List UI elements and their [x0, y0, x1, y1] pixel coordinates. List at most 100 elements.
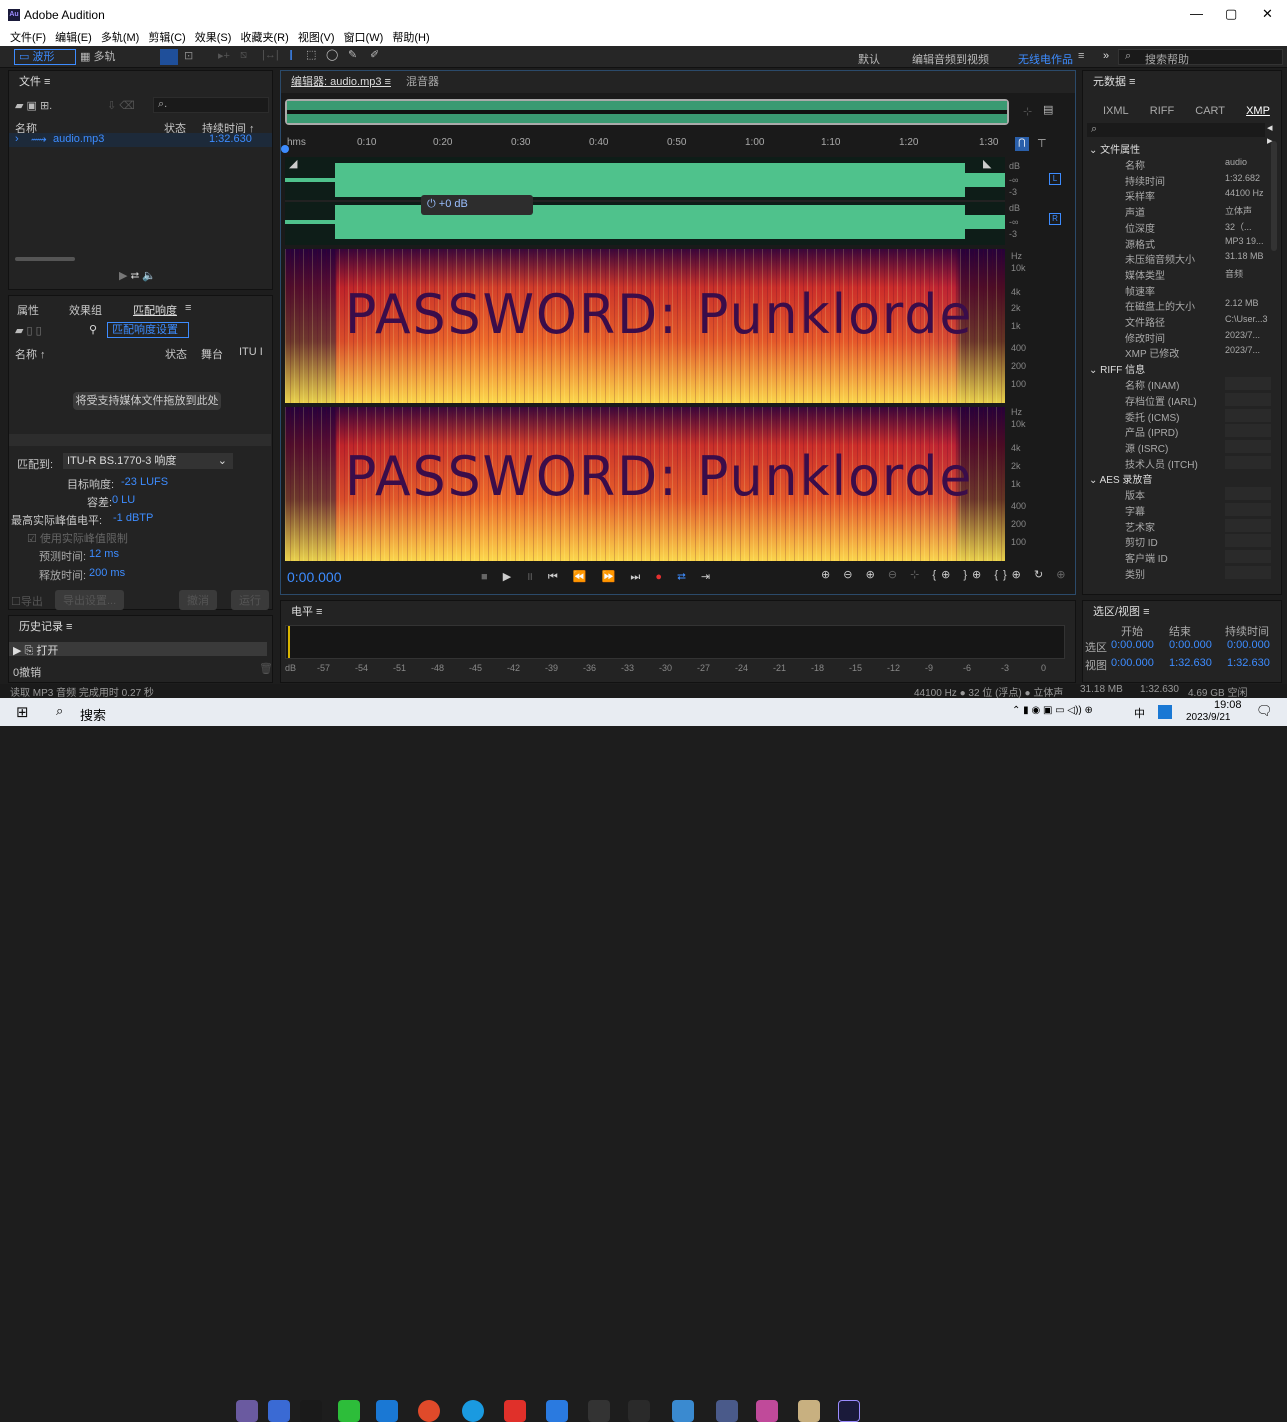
tab-cart[interactable]: CART — [1195, 105, 1225, 117]
close-button[interactable]: ✕ — [1262, 6, 1273, 22]
taskbar-search-icon[interactable]: ⌕ — [56, 703, 63, 719]
zoom-out-amplitude-icon[interactable]: ⊖ — [843, 569, 857, 581]
zoom-to-selection-icon[interactable]: ⊹ — [1023, 105, 1032, 118]
tab-riff[interactable]: RIFF — [1150, 105, 1174, 117]
metadata-scrollbar[interactable] — [1271, 141, 1277, 251]
menu-edit[interactable]: 编辑(E) — [55, 32, 92, 44]
brush-tool-icon[interactable]: ✎ — [348, 48, 357, 61]
tab-match-loudness[interactable]: 匹配响度 — [133, 302, 177, 318]
view-end[interactable]: 1:32.630 — [1169, 657, 1212, 669]
metadata-value[interactable]: 2023/7... — [1225, 345, 1271, 358]
marquee-tool-icon[interactable]: ⬚ — [306, 48, 316, 61]
qq-icon[interactable] — [300, 1400, 322, 1422]
tolerance-value[interactable]: 0 LU — [112, 494, 135, 506]
col-stage-header[interactable]: 舞台 — [201, 346, 223, 362]
windows-start-icon[interactable]: ⊞ — [16, 703, 29, 721]
metadata-section-header[interactable]: ⌄ RIFF 信息 — [1089, 361, 1145, 376]
menu-window[interactable]: 窗口(W) — [344, 32, 384, 44]
terminal-icon[interactable] — [588, 1400, 610, 1422]
match-loudness-settings-button[interactable]: 匹配响度设置 — [107, 322, 189, 338]
more-workspaces-button[interactable]: » — [1103, 50, 1109, 62]
menu-effects[interactable]: 效果(S) — [195, 32, 232, 44]
audition-taskbar-icon[interactable] — [838, 1400, 860, 1422]
play-preview-icon[interactable]: ▶ ⮂ 🔈 — [119, 269, 156, 283]
view-duration[interactable]: 1:32.630 — [1227, 657, 1270, 669]
tab-effects-rack[interactable]: 效果组 — [69, 302, 102, 318]
channel-l-toggle[interactable]: L — [1049, 173, 1061, 185]
panel-divider[interactable] — [9, 434, 271, 446]
zoom-in-point-icon[interactable]: {⊕ — [932, 569, 955, 581]
spectrogram-left[interactable]: PASSWORD: Punklorde — [285, 249, 1005, 403]
notification-icon[interactable]: 🗨 — [1256, 703, 1273, 719]
open-file-icon[interactable]: ▰ ▣ ⊞. — [15, 99, 52, 112]
max-peak-value[interactable]: -1 dBTP — [113, 512, 153, 524]
file-row-audio[interactable]: › ⟿ audio.mp3 1:32.630 — [9, 133, 272, 147]
clock-time[interactable]: 19:08 — [1214, 699, 1242, 711]
metadata-value[interactable] — [1225, 550, 1271, 564]
zoom-reset-icon[interactable]: ↻ — [1034, 569, 1048, 581]
winrar-icon[interactable] — [756, 1400, 778, 1422]
baidu-icon[interactable] — [1158, 705, 1172, 719]
metadata-value[interactable] — [1225, 392, 1271, 406]
overview-toggle-icon[interactable]: ▤ — [1043, 103, 1053, 116]
taskbar-search-label[interactable]: 搜索 — [80, 705, 106, 724]
tab-ixml[interactable]: IXML — [1103, 105, 1129, 117]
settings-search-icon[interactable]: ⚲ — [89, 323, 97, 336]
zoom-full-icon[interactable]: {}⊕ — [994, 569, 1026, 581]
metadata-value[interactable]: C:\User...3 — [1225, 314, 1271, 327]
tab-xmp[interactable]: XMP — [1246, 105, 1270, 117]
move-tool-icon[interactable]: ▸+ — [218, 49, 230, 62]
menu-clip[interactable]: 剪辑(C) — [148, 32, 185, 44]
zoom-to-selection-icon[interactable]: ⊹ — [910, 569, 924, 581]
lasso-tool-icon[interactable]: ◯ — [326, 48, 338, 61]
true-peak-limiter-checkbox[interactable]: ☑ 使用实际峰值限制 — [27, 530, 128, 546]
waveform-display[interactable]: ⏻ +0 dB ◣ ◢ — [285, 157, 1005, 245]
metadata-value[interactable] — [1225, 283, 1271, 296]
match-to-dropdown[interactable]: ITU-R BS.1770-3 响度 ⌄ — [63, 453, 233, 469]
overview-navigator[interactable] — [285, 99, 1009, 125]
lookahead-value[interactable]: 12 ms — [89, 548, 119, 560]
selection-start[interactable]: 0:00.000 — [1111, 639, 1154, 651]
cancel-button[interactable]: 撤消 — [179, 590, 217, 610]
vscode-icon[interactable] — [546, 1400, 568, 1422]
metadata-value[interactable] — [1225, 534, 1271, 548]
files-search-input[interactable]: ⌕. — [153, 97, 269, 113]
selection-end[interactable]: 0:00.000 — [1169, 639, 1212, 651]
metadata-value[interactable]: MP3 19... — [1225, 236, 1271, 249]
insert-icon[interactable]: ⇩ ⌫ — [107, 99, 135, 112]
clock-date[interactable]: 2023/9/21 — [1186, 712, 1231, 723]
file-explorer-icon[interactable] — [268, 1400, 290, 1422]
maximize-button[interactable]: ▢ — [1225, 6, 1237, 22]
menu-file[interactable]: 文件(F) — [10, 32, 46, 44]
menu-help[interactable]: 帮助(H) — [392, 32, 429, 44]
metadata-value[interactable] — [1225, 408, 1271, 422]
metadata-value[interactable] — [1225, 518, 1271, 532]
metadata-value[interactable]: 音频 — [1225, 267, 1271, 280]
fast-forward-button[interactable]: ⏩ — [602, 571, 622, 583]
taskbar-widget-icon[interactable] — [236, 1400, 258, 1422]
razor-tool-icon[interactable]: ⧅ — [240, 49, 247, 62]
trash-icon[interactable]: 🗑 — [259, 662, 273, 675]
zoom-out-time-icon[interactable]: ⊖ — [888, 569, 902, 581]
target-loudness-value[interactable]: -23 LUFS — [121, 476, 168, 488]
menu-multitrack[interactable]: 多轨(M) — [101, 32, 140, 44]
pause-button[interactable]: ॥ — [526, 571, 539, 583]
skip-selection-button[interactable]: ⇥ — [701, 571, 716, 583]
help-search-box[interactable]: ⌕ 搜索帮助 — [1118, 49, 1283, 66]
slip-tool-icon[interactable]: |↔| — [262, 49, 279, 61]
metadata-value[interactable]: 44100 Hz — [1225, 188, 1271, 201]
metadata-value[interactable] — [1225, 424, 1271, 438]
metadata-value[interactable]: 2023/7... — [1225, 330, 1271, 343]
multitrack-view-button[interactable]: ▦ 多轨 — [80, 49, 115, 65]
add-file-icon[interactable]: ▰ ▯ ▯ — [15, 324, 42, 337]
metadata-value[interactable]: 31.18 MB — [1225, 251, 1271, 264]
playhead-icon[interactable] — [281, 145, 289, 153]
hud-volume-control[interactable]: ⏻ +0 dB — [421, 195, 533, 215]
zoom-out-point-icon[interactable]: }⊕ — [963, 569, 986, 581]
ime-indicator[interactable]: 中 — [1134, 705, 1145, 721]
tab-properties[interactable]: 属性 — [17, 302, 39, 318]
metadata-value[interactable]: 1:32.682 — [1225, 173, 1271, 186]
wechat-icon[interactable] — [338, 1400, 360, 1422]
go-to-end-button[interactable]: ⏭ — [630, 571, 646, 583]
app-blue-icon[interactable] — [672, 1400, 694, 1422]
